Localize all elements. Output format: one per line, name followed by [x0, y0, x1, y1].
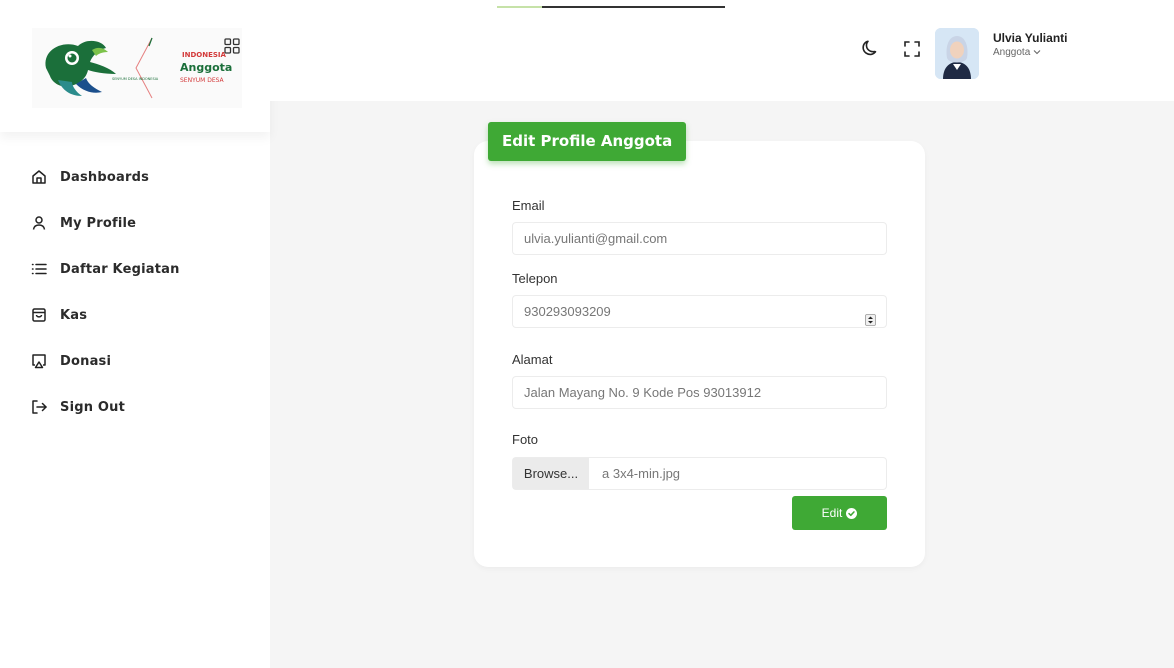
moon-icon[interactable] [861, 39, 879, 57]
logo-small-text: SENYUM DESA INDONESIA [112, 77, 159, 81]
sidebar: SENYUM DESA INDONESIA INDONESIA Anggota … [0, 0, 270, 668]
sidebar-item-my-profile[interactable]: My Profile [30, 200, 250, 246]
cast-icon [30, 352, 48, 370]
sidebar-item-label: My Profile [60, 215, 137, 231]
user-role-label: Anggota [993, 47, 1031, 58]
user-icon [30, 214, 48, 232]
edit-submit-button[interactable]: Edit [792, 496, 887, 530]
photo-label: Foto [512, 432, 539, 447]
sidebar-item-donasi[interactable]: Donasi [30, 338, 250, 384]
brand-logo[interactable]: SENYUM DESA INDONESIA INDONESIA Anggota … [32, 28, 242, 108]
sidebar-item-dashboards[interactable]: Dashboards [30, 154, 250, 200]
address-field[interactable]: Jalan Mayang No. 9 Kode Pos 93013912 [512, 376, 887, 409]
sidebar-item-label: Dashboards [60, 169, 150, 185]
edit-button-label: Edit [821, 506, 843, 520]
sidebar-item-label: Kas [60, 307, 88, 323]
email-label: Email [512, 198, 545, 213]
sign-out-icon [30, 398, 48, 416]
logo-text-line2: Anggota [180, 61, 233, 74]
avatar[interactable] [935, 28, 979, 79]
phone-field[interactable]: 930293093209 [512, 295, 887, 328]
sidebar-item-label: Sign Out [60, 399, 126, 415]
phone-value: 930293093209 [524, 304, 611, 319]
user-role-dropdown[interactable]: Anggota [993, 47, 1041, 58]
email-field[interactable]: ulvia.yulianti@gmail.com [512, 222, 887, 255]
logo-text-line1: INDONESIA [182, 51, 226, 59]
sidebar-item-kas[interactable]: Kas [30, 292, 250, 338]
sidebar-item-sign-out[interactable]: Sign Out [30, 384, 250, 430]
sidebar-item-daftar-kegiatan[interactable]: Daftar Kegiatan [30, 246, 250, 292]
user-name[interactable]: Ulvia Yulianti [993, 31, 1067, 45]
address-label: Alamat [512, 352, 553, 367]
sidebar-nav: Dashboards My Profile Daftar Kegiatan Ka… [30, 154, 250, 430]
page-title: Edit Profile Anggota [488, 122, 687, 161]
home-icon [30, 168, 48, 186]
bag-icon [30, 306, 48, 324]
logo-text-line3: SENYUM DESA [180, 77, 224, 84]
photo-file-input[interactable]: Browse... a 3x4-min.jpg [512, 457, 887, 490]
chevron-down-icon [1033, 47, 1041, 58]
sidebar-item-label: Daftar Kegiatan [60, 261, 180, 277]
logo-area: SENYUM DESA INDONESIA INDONESIA Anggota … [0, 0, 270, 132]
top-progress-accent [497, 6, 542, 8]
grid-icon[interactable] [224, 38, 240, 54]
fullscreen-icon[interactable] [903, 40, 921, 58]
browse-button[interactable]: Browse... [513, 458, 589, 489]
phone-label: Telepon [512, 271, 558, 286]
number-spinner-icon[interactable] [865, 306, 876, 326]
list-icon [30, 260, 48, 278]
sidebar-item-label: Donasi [60, 353, 112, 369]
check-circle-icon [846, 507, 858, 519]
file-name: a 3x4-min.jpg [602, 466, 681, 481]
